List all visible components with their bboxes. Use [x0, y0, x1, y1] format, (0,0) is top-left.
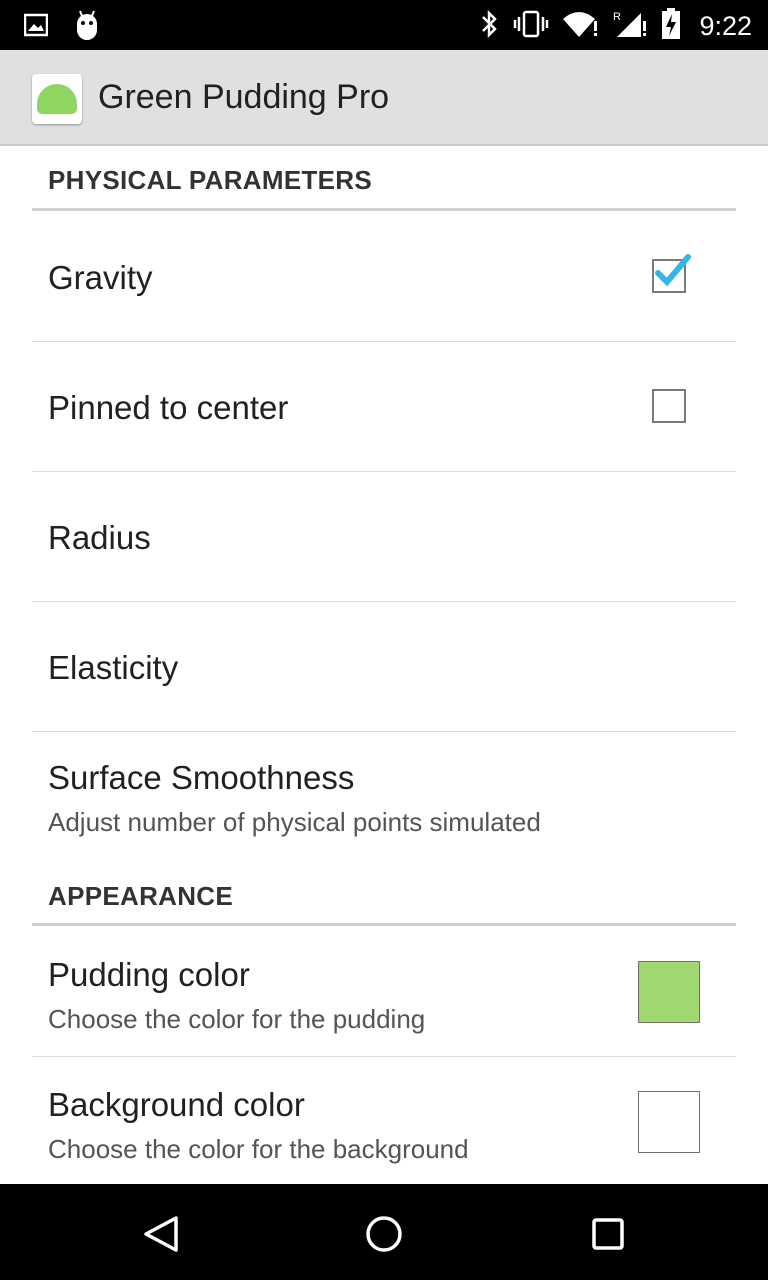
gravity-checkbox[interactable] [652, 254, 691, 293]
pref-pudding-color[interactable]: Pudding color Choose the color for the p… [32, 926, 736, 1057]
status-time: 9:22 [699, 11, 752, 41]
pref-surface-smoothness[interactable]: Surface Smoothness Adjust number of phys… [32, 731, 736, 851]
pref-gravity[interactable]: Gravity [32, 211, 736, 342]
background-color-swatch[interactable] [638, 1091, 700, 1153]
svg-text:R: R [613, 11, 621, 23]
pref-title: Background color [48, 1086, 305, 1123]
checkmark-icon [655, 254, 691, 287]
wifi-icon [563, 9, 599, 44]
pudding-color-swatch[interactable] [638, 961, 700, 1023]
action-bar: Green Pudding Pro [0, 50, 768, 146]
pref-title: Pudding color [48, 956, 250, 993]
category-title: PHYSICAL PARAMETERS [48, 165, 372, 195]
recents-icon[interactable] [584, 1210, 632, 1258]
vibrate-icon [513, 9, 549, 44]
pref-title: Surface Smoothness [48, 759, 355, 796]
preference-list[interactable]: PHYSICAL PARAMETERS Gravity Pinned to ce… [0, 146, 768, 1184]
pref-title: Gravity [48, 259, 153, 296]
app-title: Green Pudding Pro [98, 78, 390, 116]
back-icon[interactable] [136, 1210, 184, 1258]
navigation-bar [0, 1184, 768, 1280]
image-icon [23, 13, 49, 42]
category-title: APPEARANCE [48, 881, 234, 911]
category-header-physical-parameters: PHYSICAL PARAMETERS [32, 146, 736, 211]
pref-radius[interactable]: Radius [32, 471, 736, 602]
signal-roaming-icon: R [613, 9, 647, 44]
status-bar: R 9:22 [0, 0, 768, 50]
pref-title: Pinned to center [48, 389, 289, 426]
pref-pinned-to-center[interactable]: Pinned to center [32, 341, 736, 472]
pinned-to-center-checkbox[interactable] [652, 389, 686, 423]
pref-elasticity[interactable]: Elasticity [32, 601, 736, 732]
pref-title: Radius [48, 519, 151, 556]
pref-background-color[interactable]: Background color Choose the color for th… [32, 1057, 736, 1184]
android-debug-icon [74, 10, 100, 45]
pref-summary: Choose the color for the background [48, 1134, 469, 1164]
bluetooth-icon [479, 9, 499, 44]
pref-summary: Adjust number of physical points simulat… [48, 807, 541, 837]
home-icon[interactable] [360, 1210, 408, 1258]
pref-title: Elasticity [48, 649, 179, 686]
pudding-app-icon[interactable] [32, 74, 82, 124]
battery-charging-icon [661, 8, 681, 45]
pref-summary: Choose the color for the pudding [48, 1004, 426, 1034]
category-header-appearance: APPEARANCE [32, 863, 736, 926]
